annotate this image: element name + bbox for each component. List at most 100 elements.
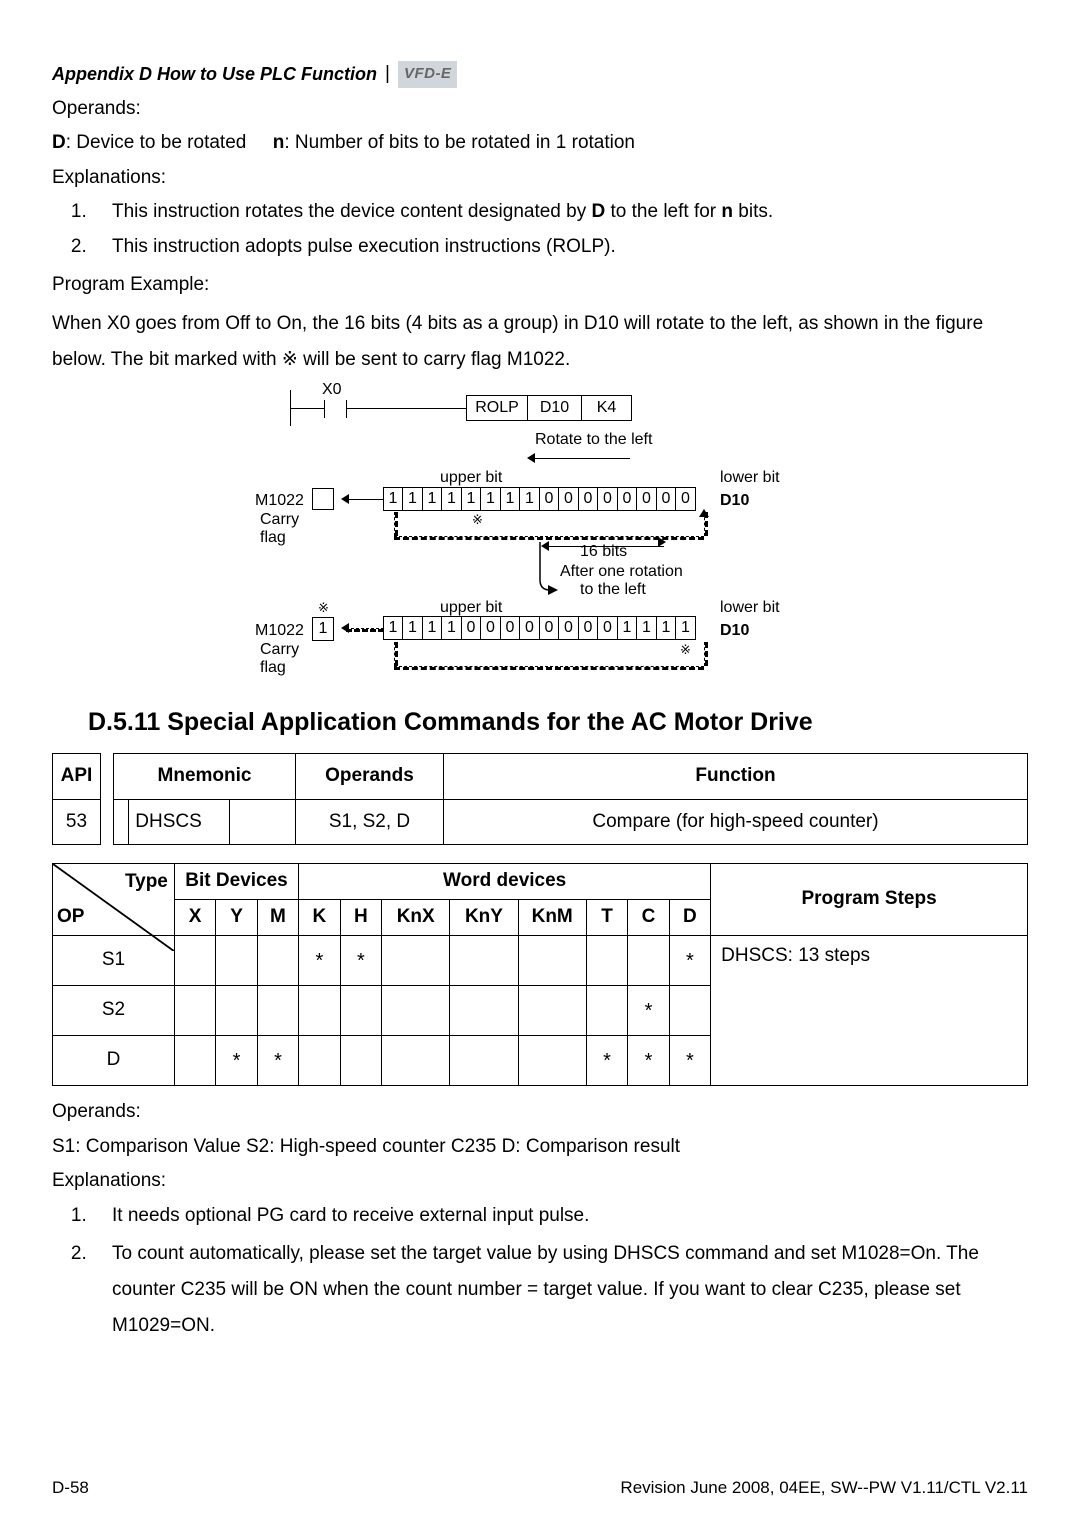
device-cell: * bbox=[216, 1036, 257, 1086]
th-api: API bbox=[53, 754, 101, 800]
bit-cell: 0 bbox=[539, 616, 560, 640]
bit-cell: 1 bbox=[636, 616, 657, 640]
operands-heading-2: Operands: bbox=[52, 1098, 1028, 1127]
sep: | bbox=[385, 60, 390, 89]
td-operands: S1, S2, D bbox=[296, 799, 444, 845]
bit-cell: 1 bbox=[656, 616, 677, 640]
operand-D: D bbox=[52, 132, 66, 153]
bit-cell: 0 bbox=[578, 616, 599, 640]
device-cell bbox=[257, 936, 298, 986]
device-cell bbox=[174, 1036, 215, 1086]
bit-cell: 0 bbox=[675, 487, 696, 511]
fig-m1022-box-1 bbox=[312, 488, 334, 510]
device-cell bbox=[340, 986, 381, 1036]
device-cell bbox=[669, 986, 710, 1036]
device-cell bbox=[174, 986, 215, 1036]
th-operands: Operands bbox=[296, 754, 444, 800]
footer-revision: Revision June 2008, 04EE, SW--PW V1.11/C… bbox=[620, 1475, 1028, 1501]
device-table: Type OP Bit Devices Word devices Program… bbox=[52, 863, 1028, 1086]
td-mnemonic: DHSCS bbox=[129, 799, 230, 845]
bit-cell: 0 bbox=[617, 487, 638, 511]
fig-lower-1: lower bit bbox=[720, 466, 780, 490]
device-cell bbox=[586, 936, 627, 986]
fig-lower-2: lower bit bbox=[720, 596, 780, 620]
fig-bitrow-bot: 1111000000001111 bbox=[384, 616, 696, 640]
fig-d10-label-2: D10 bbox=[720, 619, 749, 643]
explanation-1: This instruction rotates the device cont… bbox=[92, 198, 1028, 227]
device-cell bbox=[382, 1036, 450, 1086]
td-function: Compare (for high-speed counter) bbox=[444, 799, 1028, 845]
fig-mark-3: ※ bbox=[680, 640, 691, 660]
fig-flag-2: flag bbox=[260, 656, 286, 680]
device-cell bbox=[340, 1036, 381, 1086]
device-col-T: T bbox=[586, 900, 627, 936]
device-col-M: M bbox=[257, 900, 298, 936]
device-cell: * bbox=[299, 936, 340, 986]
operand-row-S2: S2 bbox=[53, 986, 175, 1036]
explanations-heading-2: Explanations: bbox=[52, 1167, 1028, 1196]
device-cell: * bbox=[628, 986, 669, 1036]
operands-line-2: S1: Comparison Value S2: High-speed coun… bbox=[52, 1133, 1028, 1162]
program-example-heading: Program Example: bbox=[52, 271, 1028, 300]
device-col-K: K bbox=[299, 900, 340, 936]
fig-mark-1: ※ bbox=[472, 510, 483, 530]
device-cell bbox=[382, 936, 450, 986]
device-cell bbox=[216, 986, 257, 1036]
th-function: Function bbox=[444, 754, 1028, 800]
device-cell bbox=[518, 986, 586, 1036]
fig-mark-2: ※ bbox=[318, 598, 329, 618]
device-col-X: X bbox=[174, 900, 215, 936]
device-cell bbox=[518, 936, 586, 986]
footer-page: D-58 bbox=[52, 1475, 89, 1501]
device-cell: * bbox=[257, 1036, 298, 1086]
appendix-title: Appendix D How to Use PLC Function bbox=[52, 61, 377, 88]
fig-rolp: ROLP bbox=[466, 395, 528, 421]
bit-cell: 0 bbox=[558, 616, 579, 640]
bit-cell: 1 bbox=[383, 616, 404, 640]
th-program-steps: Program Steps bbox=[711, 864, 1028, 936]
fig-bitrow-top: 1111111100000000 bbox=[384, 487, 696, 511]
bit-cell: 1 bbox=[461, 487, 482, 511]
fig-d10: D10 bbox=[528, 395, 582, 421]
bit-cell: 1 bbox=[441, 616, 462, 640]
device-cell bbox=[382, 986, 450, 1036]
bit-cell: 0 bbox=[597, 616, 618, 640]
device-cell bbox=[257, 986, 298, 1036]
explanation2-2: To count automatically, please set the t… bbox=[92, 1236, 1028, 1344]
explanations-list: This instruction rotates the device cont… bbox=[92, 198, 1028, 261]
label-x0: X0 bbox=[322, 378, 342, 402]
td-api: 53 bbox=[53, 799, 101, 845]
brand-logo: VFD-E bbox=[398, 61, 458, 88]
device-cell: * bbox=[586, 1036, 627, 1086]
device-col-H: H bbox=[340, 900, 381, 936]
bit-cell: 0 bbox=[636, 487, 657, 511]
device-cell: * bbox=[340, 936, 381, 986]
bit-cell: 0 bbox=[461, 616, 482, 640]
program-steps-value: DHSCS: 13 steps bbox=[711, 936, 1028, 1086]
fig-after-2: to the left bbox=[580, 578, 646, 602]
bit-cell: 1 bbox=[383, 487, 404, 511]
device-col-KnY: KnY bbox=[450, 900, 518, 936]
device-cell bbox=[450, 1036, 518, 1086]
operand-n-text: : Number of bits to be rotated in 1 rota… bbox=[284, 132, 635, 153]
operands-desc: D: Device to be rotated n: Number of bit… bbox=[52, 129, 1028, 158]
device-col-KnX: KnX bbox=[382, 900, 450, 936]
bit-cell: 0 bbox=[597, 487, 618, 511]
fig-k4: K4 bbox=[582, 395, 632, 421]
device-cell: * bbox=[669, 1036, 710, 1086]
th-corner: Type OP bbox=[53, 864, 175, 936]
device-cell bbox=[450, 936, 518, 986]
device-cell bbox=[299, 986, 340, 1036]
bit-cell: 0 bbox=[480, 616, 501, 640]
bit-cell: 1 bbox=[422, 487, 443, 511]
fig-rotate-label: Rotate to the left bbox=[535, 428, 652, 452]
api-table: API Mnemonic Operands Function 53 DHSCS … bbox=[52, 753, 1028, 845]
fig-m1022-box-2: 1 bbox=[312, 617, 334, 641]
operand-row-D: D bbox=[53, 1036, 175, 1086]
bit-cell: 0 bbox=[519, 616, 540, 640]
bit-cell: 1 bbox=[500, 487, 521, 511]
bit-cell: 1 bbox=[480, 487, 501, 511]
fig-flag-1: flag bbox=[260, 526, 286, 550]
th-mnemonic: Mnemonic bbox=[114, 754, 296, 800]
bit-cell: 0 bbox=[578, 487, 599, 511]
